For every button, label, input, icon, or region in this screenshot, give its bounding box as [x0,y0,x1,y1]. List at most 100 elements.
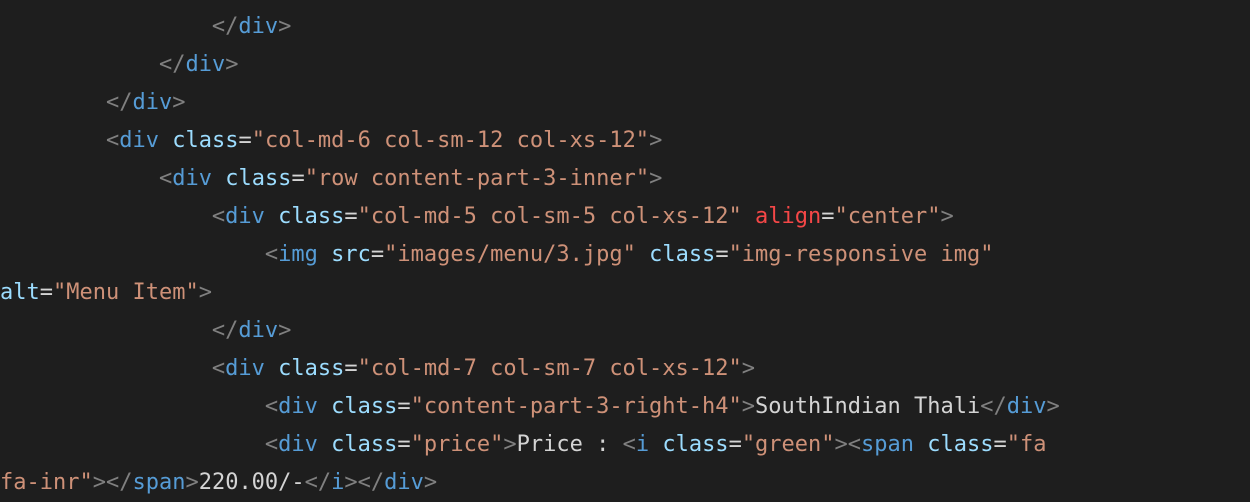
code-token-str: "col-md-5 col-sm-5 col-xs-12" [357,204,742,229]
code-token-attr: class [278,204,345,229]
code-editor[interactable]: </div> </div> </div> <div class="col-md-… [0,0,1250,495]
code-token-punct: < [105,128,120,153]
code-token-punct: > [940,204,954,229]
code-token-attr: class [278,356,345,381]
code-token-punct: < [622,432,636,457]
code-line[interactable]: <div class="col-md-6 col-sm-12 col-xs-12… [0,122,1250,160]
code-token-attr: class [662,432,729,457]
code-token-punct: < [847,432,862,457]
code-line[interactable]: </div> [0,46,1250,84]
code-token-punct: < [264,394,279,419]
code-token-text: 220.00/- [198,470,305,495]
code-token-tag: i [635,432,650,457]
code-token-tag: img [278,242,318,267]
code-token-attr: class [649,242,716,267]
code-line[interactable]: <div class="price">Price : <i class="gre… [0,426,1250,464]
code-token-tag: span [861,432,915,457]
code-token-attr: class [331,432,398,457]
code-token-punct: > [198,280,212,305]
code-token-str: "row content-part-3-inner" [304,166,650,191]
code-token-tag: span [132,470,186,495]
code-token-str: "center" [834,204,941,229]
code-token-tag: div [238,14,279,39]
code-token-eq: = [39,280,53,305]
code-line[interactable]: fa-inr"></span>220.00/-</i></div> [0,464,1250,502]
code-token-eq: = [728,432,742,457]
code-token-str: "img-responsive img" [728,242,994,267]
code-line[interactable]: <img src="images/menu/3.jpg" class="img-… [0,236,1250,274]
code-token-attr: class [172,128,239,153]
code-token-tag: div [132,90,173,115]
code-token-str: "green" [741,432,835,457]
code-line[interactable]: </div> [0,84,1250,122]
code-token-attr-warn: align [755,204,822,229]
code-line[interactable]: <div class="col-md-7 col-sm-7 col-xs-12"… [0,350,1250,388]
code-token-punct: < [158,166,173,191]
code-token-str: "images/menu/3.jpg" [384,242,636,267]
code-token-punct: </ [357,470,385,495]
code-token-tag: div [225,356,265,381]
code-token-attr: class [927,432,994,457]
code-token-punct: > [649,166,663,191]
code-token-eq: = [344,356,358,381]
code-token-tag: div [278,394,318,419]
code-token-punct: </ [105,470,133,495]
code-token-punct: > [649,128,663,153]
code-token-text: Price : [516,432,623,457]
code-token-tag: i [331,470,345,495]
code-line[interactable]: alt="Menu Item"> [0,274,1250,312]
code-line[interactable]: </div> [0,8,1250,46]
code-token-punct: > [741,356,756,381]
code-line[interactable]: <div class="content-part-3-right-h4">Sou… [0,388,1250,426]
code-token-eq: = [993,432,1007,457]
code-token-tag: div [225,204,265,229]
code-line[interactable]: </div> [0,312,1250,350]
code-token-str: "col-md-6 col-sm-12 col-xs-12" [251,128,650,153]
code-token-punct: > [92,470,106,495]
code-token-punct: </ [211,318,239,343]
code-token-punct: < [264,242,279,267]
code-token-punct: > [1046,394,1060,419]
code-token-attr: alt [0,280,40,305]
code-token-punct: </ [980,394,1007,419]
code-token-punct: < [264,432,279,457]
code-token-eq: = [238,128,252,153]
code-token-punct: > [423,470,438,495]
code-token-eq: = [397,394,411,419]
code-token-tag: div [172,166,212,191]
code-token-punct: > [834,432,848,457]
code-token-eq: = [397,432,411,457]
code-token-attr: src [331,242,371,267]
code-token-eq: = [291,166,305,191]
code-token-punct: > [503,432,517,457]
code-token-eq: = [715,242,729,267]
code-token-str: "Menu Item" [53,280,199,305]
code-token-eq: = [344,204,358,229]
code-token-punct: > [172,90,186,115]
code-token-punct: </ [211,14,239,39]
code-line[interactable]: <div class="col-md-5 col-sm-5 col-xs-12"… [0,198,1250,236]
code-token-punct: </ [105,90,133,115]
code-token-str: "col-md-7 col-sm-7 col-xs-12" [357,356,742,381]
code-token-str: "content-part-3-right-h4" [410,394,742,419]
code-line[interactable]: <div class="row content-part-3-inner"> [0,160,1250,198]
code-token-punct: > [344,470,358,495]
code-token-str: "fa [1006,432,1047,457]
code-token-eq: = [370,242,385,267]
